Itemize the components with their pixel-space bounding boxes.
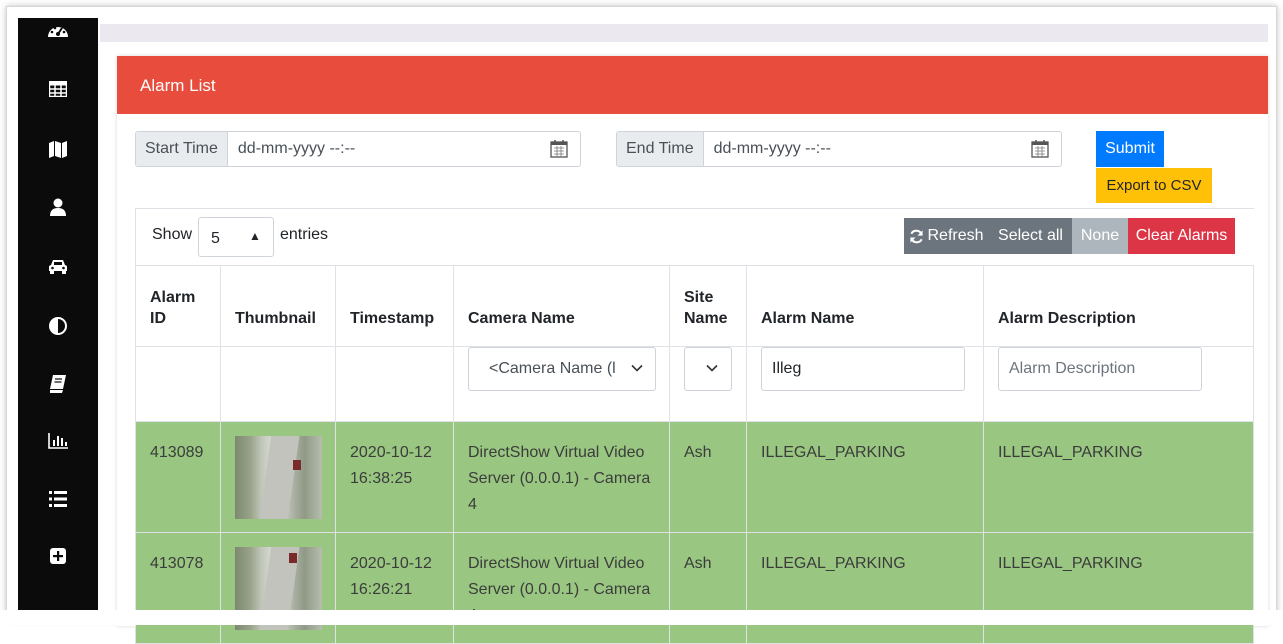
timestamp-cell: 2020-10-12 16:26:21	[350, 555, 432, 598]
table-row[interactable]: 413078 2020-10-12 16:26:21 DirectShow Vi…	[135, 532, 1254, 644]
book-icon[interactable]	[18, 369, 98, 399]
dashboard-icon[interactable]	[18, 18, 98, 42]
col-alarm-name[interactable]: Alarm Name	[746, 265, 984, 347]
alarm-name-cell: ILLEGAL_PARKING	[761, 555, 906, 572]
updown-arrows-icon: ▲︎	[249, 229, 261, 243]
refresh-button[interactable]: Refresh	[904, 218, 989, 254]
camera-name-select[interactable]: <Camera Name (l	[468, 347, 656, 391]
entries-label: entries	[280, 226, 329, 243]
select-none-button[interactable]: None	[1072, 218, 1128, 254]
site-name-cell: Ash	[684, 444, 712, 461]
select-all-button[interactable]: Select all	[989, 218, 1072, 254]
map-icon[interactable]	[18, 134, 98, 164]
user-icon[interactable]	[18, 192, 98, 222]
start-time-group: Start Time dd-mm-yyyy --:--	[135, 131, 581, 167]
header-row: Alarm ID Thumbnail Timestamp Camera Name…	[135, 265, 1254, 347]
sidebar	[18, 18, 98, 618]
table-icon[interactable]	[18, 74, 98, 104]
refresh-label: Refresh	[927, 227, 984, 244]
alarm-description-cell: ILLEGAL_PARKING	[998, 444, 1143, 461]
camera-select-value: <Camera Name (l	[489, 360, 616, 377]
calendar-icon[interactable]	[550, 140, 568, 158]
calendar-icon[interactable]	[1031, 140, 1049, 158]
alarm-description-input[interactable]: Alarm Description	[998, 347, 1202, 391]
contrast-icon[interactable]	[18, 311, 98, 341]
col-thumbnail[interactable]: Thumbnail	[220, 265, 336, 347]
col-alarm-description[interactable]: Alarm Description	[983, 265, 1254, 347]
export-csv-button[interactable]: Export to CSV	[1096, 168, 1212, 203]
card-title: Alarm List	[140, 76, 216, 95]
filter-row: <Camera Name (l Illeg Alarm Description	[135, 346, 1254, 422]
card-header: Alarm List	[117, 56, 1268, 114]
alarm-thumbnail[interactable]	[235, 436, 322, 519]
refresh-icon	[910, 229, 924, 243]
end-time-input[interactable]: dd-mm-yyyy --:--	[704, 132, 1061, 166]
submit-button[interactable]: Submit	[1096, 131, 1164, 167]
alarm-id-cell: 413089	[150, 444, 204, 461]
plus-square-icon[interactable]	[18, 541, 98, 571]
alarm-id-cell: 413078	[150, 555, 204, 572]
start-time-label: Start Time	[136, 132, 228, 166]
start-time-input[interactable]: dd-mm-yyyy --:--	[228, 132, 580, 166]
car-icon[interactable]	[18, 251, 98, 281]
col-camera-name[interactable]: Camera Name	[453, 265, 670, 347]
bottom-edge	[0, 610, 1283, 625]
table-row[interactable]: 413089 2020-10-12 16:38:25 DirectShow Vi…	[135, 421, 1254, 533]
list-icon[interactable]	[18, 484, 98, 514]
end-time-value: dd-mm-yyyy --:--	[713, 140, 831, 157]
col-alarm-id[interactable]: Alarm ID	[135, 265, 221, 347]
camera-name-cell: DirectShow Virtual Video Server (0.0.0.1…	[468, 444, 651, 513]
top-bar	[100, 24, 1268, 42]
alarm-name-value: Illeg	[772, 360, 802, 377]
end-time-label: End Time	[617, 132, 704, 166]
timestamp-cell: 2020-10-12 16:38:25	[350, 444, 432, 487]
alarm-description-cell: ILLEGAL_PARKING	[998, 555, 1143, 572]
alarm-name-input[interactable]: Illeg	[761, 347, 965, 391]
chevron-down-icon	[706, 364, 718, 372]
chart-icon[interactable]	[18, 426, 98, 456]
show-label: Show	[152, 226, 193, 243]
alarm-description-placeholder: Alarm Description	[1009, 360, 1136, 377]
entries-select[interactable]: 5 ▲︎	[198, 217, 274, 257]
col-site-name[interactable]: Site Name	[669, 265, 747, 347]
site-name-select[interactable]	[684, 347, 732, 391]
clear-alarms-button[interactable]: Clear Alarms	[1128, 218, 1235, 254]
col-timestamp[interactable]: Timestamp	[335, 265, 454, 347]
end-time-group: End Time dd-mm-yyyy --:--	[616, 131, 1062, 167]
alarm-name-cell: ILLEGAL_PARKING	[761, 444, 906, 461]
chevron-down-icon	[631, 364, 643, 372]
entries-value: 5	[211, 230, 220, 247]
start-time-value: dd-mm-yyyy --:--	[237, 140, 356, 157]
alarm-table: Alarm ID Thumbnail Timestamp Camera Name…	[135, 265, 1254, 644]
site-name-cell: Ash	[684, 555, 712, 572]
